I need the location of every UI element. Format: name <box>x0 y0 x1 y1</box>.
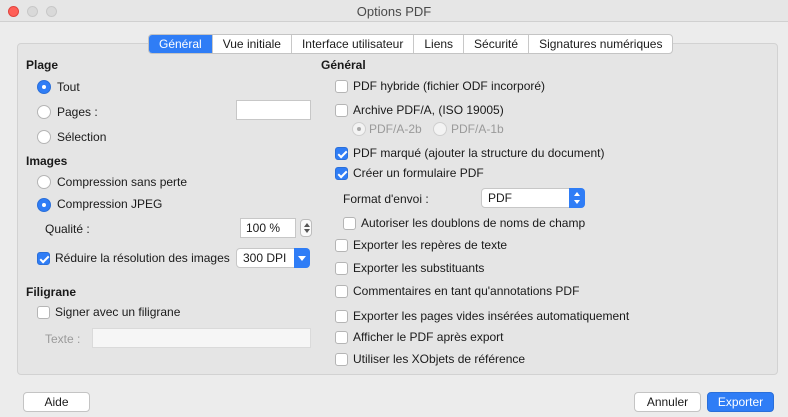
chevron-down-icon <box>294 248 310 268</box>
allow-duplicates-label: Autoriser les doublons de noms de champ <box>361 216 586 230</box>
lossless-compression-radio[interactable] <box>37 175 51 189</box>
export-empty-pages-checkbox[interactable] <box>335 310 348 323</box>
reference-xobjects-checkbox[interactable] <box>335 353 348 366</box>
archive-pdfa-checkbox[interactable] <box>335 104 348 117</box>
title-bar: Options PDF <box>0 0 788 22</box>
jpeg-compression-radio[interactable] <box>37 198 51 212</box>
dpi-select-value: 300 DPI <box>243 251 287 265</box>
export-placeholders-label: Exporter les substituants <box>353 261 485 275</box>
hybrid-pdf-checkbox[interactable] <box>335 80 348 93</box>
range-pages-label: Pages : <box>57 105 98 119</box>
dpi-select[interactable]: 300 DPI <box>236 248 310 268</box>
range-all-label: Tout <box>57 80 80 94</box>
cancel-button[interactable]: Annuler <box>634 392 701 412</box>
comments-annotations-checkbox[interactable] <box>335 285 348 298</box>
hybrid-pdf-label: PDF hybride (fichier ODF incorporé) <box>353 79 546 93</box>
pdf-options-dialog: Options PDF Général Vue initiale Interfa… <box>0 0 788 417</box>
quality-label: Qualité : <box>45 222 90 236</box>
help-button[interactable]: Aide <box>23 392 90 412</box>
quality-field[interactable]: 100 % <box>240 218 296 238</box>
pdfa-2b-radio[interactable] <box>352 122 366 136</box>
images-heading: Images <box>26 154 68 168</box>
comments-annotations-label: Commentaires en tant qu'annotations PDF <box>353 284 580 298</box>
view-after-export-label: Afficher le PDF après export <box>353 330 504 344</box>
export-button[interactable]: Exporter <box>707 392 774 412</box>
watermark-text-field[interactable] <box>92 328 311 348</box>
sign-watermark-label: Signer avec un filigrane <box>55 305 181 319</box>
tab-bar: Général Vue initiale Interface utilisate… <box>148 34 674 54</box>
range-all-radio[interactable] <box>37 80 51 94</box>
updown-chevron-icon <box>569 188 585 208</box>
reduce-resolution-label: Réduire la résolution des images <box>55 251 230 265</box>
tab-digital-signatures[interactable]: Signatures numériques <box>529 35 672 53</box>
lossless-compression-label: Compression sans perte <box>57 175 188 189</box>
range-selection-radio[interactable] <box>37 130 51 144</box>
create-form-label: Créer un formulaire PDF <box>353 166 484 180</box>
tagged-pdf-label: PDF marqué (ajouter la structure du docu… <box>353 146 605 160</box>
create-form-checkbox[interactable] <box>335 167 348 180</box>
quality-stepper[interactable] <box>300 219 312 237</box>
allow-duplicates-checkbox[interactable] <box>343 217 356 230</box>
tab-general[interactable]: Général <box>149 35 213 53</box>
watermark-heading: Filigrane <box>26 285 77 299</box>
watermark-text-label: Texte : <box>45 332 81 346</box>
sign-watermark-checkbox[interactable] <box>37 306 50 319</box>
export-empty-pages-label: Exporter les pages vides insérées automa… <box>353 309 630 323</box>
range-pages-radio[interactable] <box>37 105 51 119</box>
pdfa-1b-radio[interactable] <box>433 122 447 136</box>
jpeg-compression-label: Compression JPEG <box>57 197 163 211</box>
export-bookmarks-label: Exporter les repères de texte <box>353 238 508 252</box>
submit-format-value: PDF <box>488 191 512 205</box>
pdfa-2b-label: PDF/A-2b <box>369 122 422 136</box>
export-placeholders-checkbox[interactable] <box>335 262 348 275</box>
submit-format-label: Format d'envoi : <box>343 192 429 206</box>
tagged-pdf-checkbox[interactable] <box>335 147 348 160</box>
reduce-resolution-checkbox[interactable] <box>37 252 50 265</box>
reference-xobjects-label: Utiliser les XObjets de référence <box>353 352 526 366</box>
tab-initial-view[interactable]: Vue initiale <box>213 35 292 53</box>
export-bookmarks-checkbox[interactable] <box>335 239 348 252</box>
window-title: Options PDF <box>356 4 432 19</box>
view-after-export-checkbox[interactable] <box>335 331 348 344</box>
pdfa-1b-label: PDF/A-1b <box>451 122 504 136</box>
submit-format-select[interactable]: PDF <box>481 188 585 208</box>
archive-pdfa-label: Archive PDF/A, (ISO 19005) <box>353 103 504 117</box>
tab-security[interactable]: Sécurité <box>464 35 530 53</box>
range-selection-label: Sélection <box>57 130 107 144</box>
range-heading: Plage <box>26 58 59 72</box>
pages-field[interactable] <box>236 100 311 120</box>
tab-user-interface[interactable]: Interface utilisateur <box>292 35 415 53</box>
tab-links[interactable]: Liens <box>414 35 465 53</box>
general-heading: Général <box>321 58 366 72</box>
